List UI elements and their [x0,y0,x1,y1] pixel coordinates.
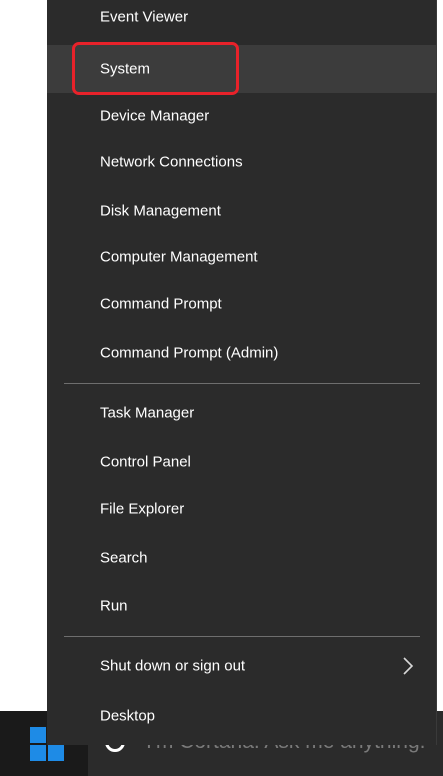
menu-item-label: Command Prompt [100,295,222,313]
menu-item-label: Control Panel [100,453,191,471]
menu-item-disk-management[interactable]: Disk Management [47,187,436,235]
menu-item-command-prompt[interactable]: Command Prompt [47,280,436,328]
menu-item-desktop[interactable]: Desktop [47,692,436,740]
red-highlight-box [72,42,239,95]
menu-item-label: File Explorer [100,500,185,518]
menu-item-run[interactable]: Run [47,582,436,630]
menu-item-event-viewer[interactable]: Event Viewer [47,0,436,41]
menu-item-control-panel[interactable]: Control Panel [47,438,436,486]
menu-item-label: Network Connections [100,153,243,171]
menu-item-label: Command Prompt (Admin) [100,344,279,362]
menu-divider [64,383,420,384]
menu-item-shut-down[interactable]: Shut down or sign out [47,642,436,690]
menu-item-device-manager[interactable]: Device Manager [47,92,436,140]
menu-item-network-connections[interactable]: Network Connections [47,138,436,186]
menu-item-label: Run [100,597,128,615]
menu-item-label: Task Manager [100,404,195,422]
menu-item-label: Search [100,549,148,567]
chevron-right-icon [403,657,414,675]
menu-item-file-explorer[interactable]: File Explorer [47,485,436,533]
screen: I'm Cortana. Ask me anything. Event View… [0,0,443,776]
menu-item-command-prompt-admin[interactable]: Command Prompt (Admin) [47,329,436,377]
power-user-menu: Event Viewer System Device Manager Netwo… [47,0,436,745]
menu-item-search[interactable]: Search [47,534,436,582]
menu-item-label: Shut down or sign out [100,657,246,675]
menu-item-label: Desktop [100,707,156,725]
menu-item-label: Computer Management [100,248,258,266]
menu-item-computer-management[interactable]: Computer Management [47,233,436,281]
menu-item-label: Disk Management [100,202,221,220]
menu-item-label: Event Viewer [100,8,189,26]
menu-item-label: Device Manager [100,107,210,125]
menu-item-task-manager[interactable]: Task Manager [47,389,436,437]
menu-divider [64,636,420,637]
